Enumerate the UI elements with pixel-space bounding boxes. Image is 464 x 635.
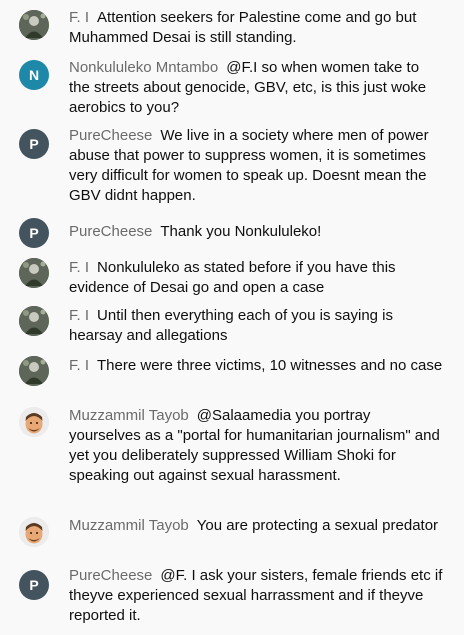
message-text: Nonkululeko as stated before if you have… bbox=[69, 259, 396, 296]
memoji-face-icon bbox=[19, 517, 49, 547]
avatar-photo[interactable] bbox=[19, 10, 49, 40]
chat-message: P PureCheese Thank you Nonkululeko! bbox=[0, 218, 464, 252]
avatar-photo[interactable] bbox=[19, 306, 49, 336]
chat-message: F. I Nonkululeko as stated before if you … bbox=[0, 258, 464, 300]
avatar-letter[interactable]: P bbox=[19, 570, 49, 600]
message-author[interactable]: Nonkululeko Mntambo bbox=[69, 59, 218, 76]
person-photo-icon bbox=[19, 306, 49, 336]
message-text: Thank you Nonkululeko! bbox=[160, 223, 322, 240]
person-photo-icon bbox=[19, 10, 49, 40]
chat-message: N Nonkululeko Mntambo @F.I so when women … bbox=[0, 56, 464, 118]
avatar-letter[interactable]: P bbox=[19, 129, 49, 159]
chat-message: F. I Attention seekers for Palestine come… bbox=[0, 6, 464, 48]
avatar-photo[interactable] bbox=[19, 258, 49, 288]
message-text: Attention seekers for Palestine come and… bbox=[69, 9, 417, 46]
memoji-face-icon bbox=[19, 407, 49, 437]
person-photo-icon bbox=[19, 258, 49, 288]
avatar-letter[interactable]: P bbox=[19, 218, 49, 248]
message-author[interactable]: PureCheese bbox=[69, 567, 152, 584]
message-author[interactable]: Muzzammil Tayob bbox=[69, 407, 189, 424]
message-author[interactable]: PureCheese bbox=[69, 127, 152, 144]
avatar-initial: P bbox=[29, 136, 39, 152]
avatar-photo[interactable] bbox=[19, 356, 49, 386]
chat-message: P PureCheese @F. I ask your sisters, fema… bbox=[0, 566, 464, 628]
message-author[interactable]: PureCheese bbox=[69, 223, 152, 240]
message-author[interactable]: F. I bbox=[69, 307, 89, 324]
avatar-initial: N bbox=[28, 67, 40, 83]
live-chat-list: F. I Attention seekers for Palestine come… bbox=[0, 0, 464, 635]
avatar-initial: P bbox=[29, 225, 39, 241]
chat-message: F. I Until then everything each of you is… bbox=[0, 306, 464, 348]
avatar-memoji[interactable] bbox=[19, 407, 49, 437]
chat-message: P PureCheese We live in a society where m… bbox=[0, 126, 464, 208]
message-author[interactable]: F. I bbox=[69, 9, 89, 26]
chat-message: F. I There were three victims, 10 witness… bbox=[0, 356, 464, 398]
message-text: You are protecting a sexual predator bbox=[196, 517, 439, 534]
person-photo-icon bbox=[19, 356, 49, 386]
chat-message: Muzzammil Tayob You are protecting a sexu… bbox=[0, 516, 464, 558]
chat-message: Muzzammil Tayob @Salaamedia you portray y… bbox=[0, 406, 464, 508]
avatar-initial: P bbox=[29, 577, 39, 593]
message-author[interactable]: F. I bbox=[69, 259, 89, 276]
message-author[interactable]: Muzzammil Tayob bbox=[69, 517, 189, 534]
avatar-letter[interactable]: N bbox=[19, 60, 49, 90]
message-text: Until then everything each of you is say… bbox=[69, 307, 394, 344]
avatar-memoji[interactable] bbox=[19, 517, 49, 547]
message-author[interactable]: F. I bbox=[69, 357, 89, 374]
message-text: There were three victims, 10 witnesses a… bbox=[97, 357, 443, 374]
